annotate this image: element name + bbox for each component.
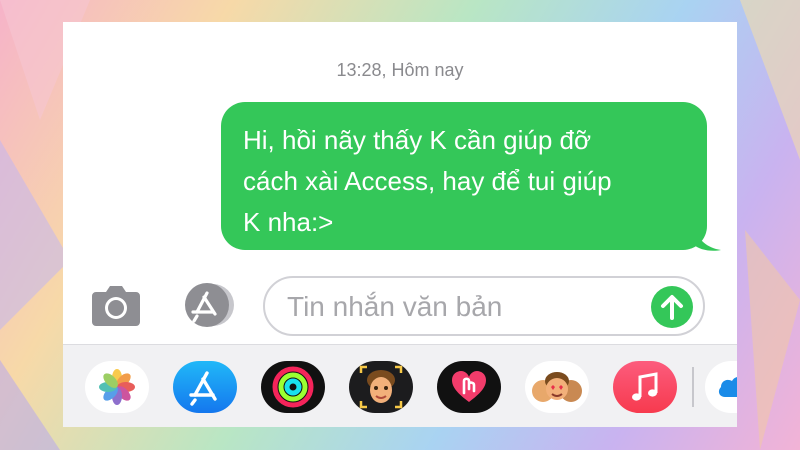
photos-app-button[interactable] — [85, 361, 149, 413]
message-line: K nha:> — [243, 207, 334, 237]
message-text-field[interactable] — [263, 276, 705, 336]
activity-icon — [272, 366, 314, 408]
message-timestamp: 13:28, Hôm nay — [336, 60, 464, 80]
compose-bar — [63, 274, 737, 340]
send-button[interactable] — [651, 286, 693, 328]
message-line: cách xài Access, hay để tui giúp — [243, 166, 612, 196]
cloud-app-button[interactable] — [705, 361, 737, 413]
memoji-stickers-app-button[interactable] — [525, 361, 589, 413]
bubble-tail — [693, 228, 721, 251]
cloud-icon — [718, 377, 737, 397]
music-app-button[interactable] — [613, 361, 677, 413]
memoji-app-button[interactable] — [349, 361, 413, 413]
memoji-stickers-icon — [532, 372, 582, 402]
app-store-app-button[interactable] — [173, 361, 237, 413]
camera-button[interactable] — [90, 282, 142, 328]
camera-icon — [92, 286, 140, 326]
app-store-icon — [189, 371, 217, 406]
digital-touch-icon — [452, 371, 486, 402]
photos-icon — [99, 369, 135, 405]
send-arrow-icon — [651, 286, 693, 328]
drawer-divider — [692, 367, 694, 407]
message-input[interactable] — [285, 286, 649, 328]
imessage-app-drawer — [63, 344, 737, 427]
app-store-icon — [185, 283, 234, 327]
messages-screen: 13:28, Hôm nay Hi, hồi nãy thấy K cần gi… — [63, 22, 737, 427]
memoji-icon — [359, 365, 403, 409]
activity-app-button[interactable] — [261, 361, 325, 413]
music-icon — [632, 372, 658, 401]
outgoing-message-bubble[interactable]: Hi, hồi nãy thấy K cần giúp đỡ cách xài … — [221, 102, 707, 250]
message-line: Hi, hồi nãy thấy K cần giúp đỡ — [243, 125, 592, 155]
digital-touch-app-button[interactable] — [437, 361, 501, 413]
app-store-button[interactable] — [177, 282, 237, 328]
